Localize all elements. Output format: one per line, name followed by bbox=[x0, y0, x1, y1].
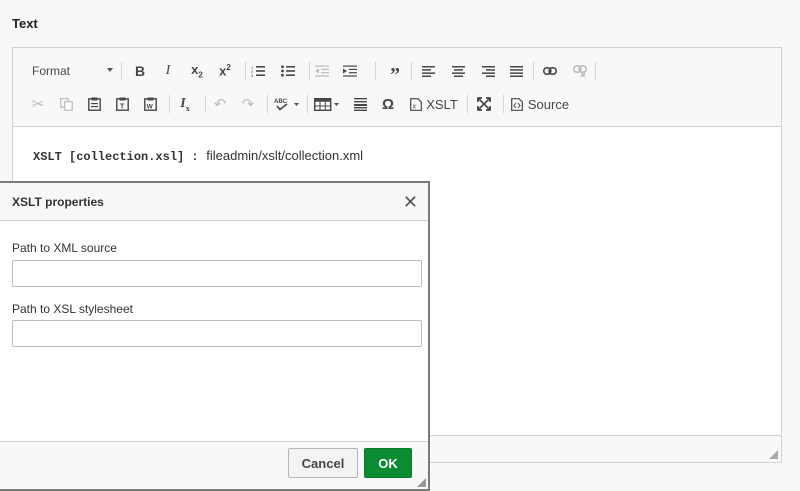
toolbar-separator bbox=[309, 62, 310, 80]
align-left-button[interactable] bbox=[417, 60, 439, 82]
dialog-footer: Cancel OK bbox=[0, 441, 428, 489]
superscript-icon: x2 bbox=[219, 63, 231, 79]
horizontal-rule-button[interactable] bbox=[349, 93, 371, 115]
maximize-button[interactable] bbox=[473, 93, 495, 115]
special-char-button[interactable]: Ω bbox=[377, 93, 399, 115]
italic-icon: I bbox=[165, 63, 171, 78]
resize-grip-icon[interactable] bbox=[769, 450, 778, 459]
chevron-down-icon bbox=[107, 68, 113, 72]
copy-button[interactable] bbox=[55, 93, 77, 115]
paste-word-icon: W bbox=[143, 97, 157, 111]
unlink-icon bbox=[573, 65, 587, 77]
redo-icon: ↷ bbox=[241, 96, 255, 113]
align-center-icon bbox=[451, 65, 465, 77]
xslt-icon: x bbox=[410, 97, 423, 111]
toolbar-separator bbox=[533, 62, 534, 80]
source-button-label: Source bbox=[527, 96, 570, 112]
align-left-icon bbox=[421, 65, 435, 77]
bullet-list-button[interactable] bbox=[277, 60, 299, 82]
numbered-list-button[interactable]: 123 bbox=[247, 60, 269, 82]
redo-button[interactable]: ↷ bbox=[237, 93, 259, 115]
xslt-properties-dialog: XSLT properties ✕ Path to XML source Pat… bbox=[0, 181, 430, 491]
toolbar-separator bbox=[467, 95, 468, 113]
subscript-icon: x2 bbox=[191, 62, 203, 80]
numbered-list-icon: 123 bbox=[251, 65, 265, 77]
superscript-button[interactable]: x2 bbox=[213, 60, 237, 82]
toolbar-separator bbox=[375, 62, 376, 80]
svg-text:T: T bbox=[120, 104, 125, 111]
align-right-icon bbox=[481, 65, 495, 77]
xslt-button-label: XSLT bbox=[426, 96, 458, 112]
subscript-button[interactable]: x2 bbox=[185, 60, 209, 82]
format-dropdown-label: Format bbox=[32, 64, 71, 78]
outdent-button[interactable] bbox=[311, 60, 333, 82]
xslt-placeholder-code: XSLT [collection.xsl] : bbox=[33, 150, 199, 164]
maximize-icon bbox=[477, 97, 491, 111]
xsl-stylesheet-input[interactable] bbox=[12, 320, 422, 347]
toolbar-separator bbox=[307, 95, 308, 113]
paste-text-icon: T bbox=[115, 97, 129, 111]
paste-word-button[interactable]: W bbox=[139, 93, 161, 115]
svg-text:x: x bbox=[413, 103, 417, 110]
horizontal-rule-icon bbox=[353, 97, 367, 111]
xslt-button[interactable]: x XSLT bbox=[407, 93, 461, 115]
source-icon bbox=[510, 97, 523, 111]
outdent-icon bbox=[315, 65, 329, 77]
omega-icon: Ω bbox=[381, 95, 395, 113]
justify-button[interactable] bbox=[505, 60, 527, 82]
xsl-stylesheet-label: Path to XSL stylesheet bbox=[12, 302, 133, 316]
justify-icon bbox=[509, 65, 523, 77]
table-dropdown[interactable] bbox=[313, 93, 341, 115]
copy-icon bbox=[59, 97, 73, 111]
dialog-title-bar[interactable]: XSLT properties ✕ bbox=[0, 183, 428, 221]
cut-button[interactable]: ✂ bbox=[27, 93, 49, 115]
bullet-list-icon bbox=[281, 65, 295, 77]
source-button[interactable]: Source bbox=[509, 93, 571, 115]
table-icon bbox=[314, 97, 339, 111]
xslt-source-path: fileadmin/xslt/collection.xml bbox=[206, 148, 364, 163]
align-center-button[interactable] bbox=[447, 60, 469, 82]
link-button[interactable] bbox=[539, 60, 561, 82]
indent-button[interactable] bbox=[339, 60, 361, 82]
toolbar-separator bbox=[595, 62, 596, 80]
format-dropdown[interactable]: Format bbox=[25, 60, 113, 82]
toolbar-separator bbox=[245, 62, 246, 80]
bold-button[interactable]: B bbox=[129, 60, 151, 82]
ok-button[interactable]: OK bbox=[364, 448, 412, 478]
toolbar-separator bbox=[121, 62, 122, 80]
xml-source-label: Path to XML source bbox=[12, 241, 117, 255]
cancel-button[interactable]: Cancel bbox=[288, 448, 358, 478]
editor-content[interactable]: XSLT [collection.xsl] : fileadmin/xslt/c… bbox=[33, 148, 363, 164]
paste-text-button[interactable]: T bbox=[111, 93, 133, 115]
xml-source-input[interactable] bbox=[12, 260, 422, 287]
toolbar-separator bbox=[267, 95, 268, 113]
spellcheck-icon: ABC bbox=[274, 99, 299, 111]
spellcheck-dropdown[interactable]: ABC bbox=[273, 93, 301, 115]
svg-text:3: 3 bbox=[251, 73, 254, 77]
scissors-icon: ✂ bbox=[31, 96, 45, 113]
editor-toolbar: Format B I x2 x2 123 ” ✂ T W Ix ↶ ↷ ABC … bbox=[13, 48, 781, 127]
quote-icon: ” bbox=[390, 63, 400, 86]
close-icon[interactable]: ✕ bbox=[403, 192, 418, 213]
unlink-button[interactable] bbox=[569, 60, 591, 82]
undo-button[interactable]: ↶ bbox=[209, 93, 231, 115]
toolbar-separator bbox=[411, 62, 412, 80]
remove-format-button[interactable]: Ix bbox=[173, 93, 197, 115]
clipboard-icon bbox=[87, 97, 101, 111]
undo-icon: ↶ bbox=[213, 96, 227, 113]
svg-text:W: W bbox=[146, 104, 153, 111]
bold-icon: B bbox=[134, 63, 146, 79]
field-label: Text bbox=[12, 16, 38, 31]
paste-button[interactable] bbox=[83, 93, 105, 115]
link-icon bbox=[543, 67, 557, 75]
toolbar-separator bbox=[205, 95, 206, 113]
blockquote-button[interactable]: ” bbox=[383, 60, 407, 86]
dialog-title: XSLT properties bbox=[12, 195, 104, 209]
clear-format-icon: Ix bbox=[180, 95, 190, 113]
toolbar-separator bbox=[503, 95, 504, 113]
indent-icon bbox=[343, 65, 357, 77]
align-right-button[interactable] bbox=[477, 60, 499, 82]
italic-button[interactable]: I bbox=[157, 60, 179, 82]
toolbar-separator bbox=[169, 95, 170, 113]
